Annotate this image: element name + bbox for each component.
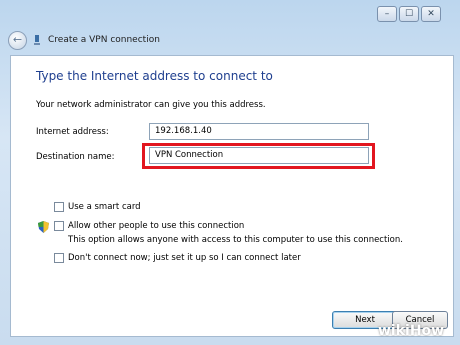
allow-others-checkbox[interactable] xyxy=(54,221,64,231)
red-highlight-box xyxy=(142,143,375,169)
allow-others-note: This option allows anyone with access to… xyxy=(68,235,403,245)
page-heading: Type the Internet address to connect to xyxy=(36,69,273,83)
smart-card-checkbox[interactable] xyxy=(54,202,64,212)
wikihow-watermark: wikiHow xyxy=(378,323,444,339)
network-icon xyxy=(34,35,40,45)
maximize-button[interactable]: ☐ xyxy=(399,6,419,22)
watermark-wiki: wiki xyxy=(378,323,410,339)
window-title: Create a VPN connection xyxy=(48,35,160,45)
internet-address-label: Internet address: xyxy=(36,127,109,137)
allow-others-label: Allow other people to use this connectio… xyxy=(68,221,245,231)
watermark-how: How xyxy=(409,323,445,339)
back-arrow-icon[interactable]: ← xyxy=(8,31,27,50)
destination-name-label: Destination name: xyxy=(36,152,115,162)
dont-connect-label: Don't connect now; just set it up so I c… xyxy=(68,253,301,263)
shield-icon xyxy=(38,221,49,233)
dialog-content: Type the Internet address to connect to … xyxy=(10,55,454,337)
minimize-button[interactable]: – xyxy=(377,6,397,22)
internet-address-input[interactable]: 192.168.1.40 xyxy=(149,123,369,140)
smart-card-label: Use a smart card xyxy=(68,202,141,212)
close-button[interactable]: ✕ xyxy=(421,6,441,22)
page-subtitle: Your network administrator can give you … xyxy=(36,100,266,110)
dialog-window: – ☐ ✕ ← Create a VPN connection Type the… xyxy=(0,0,460,345)
dont-connect-checkbox[interactable] xyxy=(54,253,64,263)
